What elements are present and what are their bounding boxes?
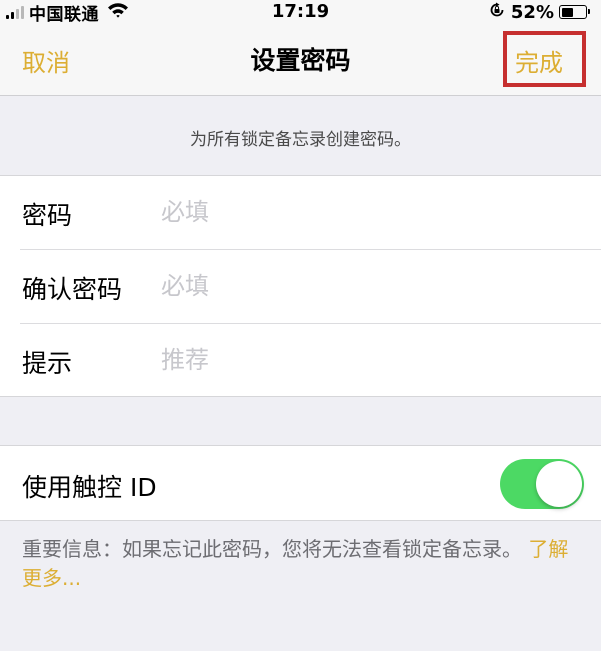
footer-note: 重要信息：如果忘记此密码，您将无法查看锁定备忘录。 了解更多...	[22, 535, 582, 593]
touch-id-toggle[interactable]	[500, 459, 584, 509]
status-right: 52%	[489, 1, 590, 23]
confirm-password-label: 确认密码	[22, 275, 123, 304]
status-bar: 中国联通 17:19 52%	[0, 0, 601, 25]
hint-label: 提示	[22, 349, 73, 378]
confirm-password-input[interactable]	[161, 266, 561, 306]
touch-id-row: 使用触控 ID	[0, 445, 601, 521]
battery-icon	[559, 5, 590, 19]
password-row: 密码	[0, 176, 601, 250]
section-gap	[0, 397, 601, 445]
section-header-text: 为所有锁定备忘录创建密码。	[190, 130, 411, 150]
hint-row: 提示	[0, 324, 601, 398]
password-label: 密码	[22, 201, 73, 230]
done-button[interactable]: 完成	[515, 43, 563, 78]
important-info-text: 重要信息：如果忘记此密码，您将无法查看锁定备忘录。	[22, 537, 522, 561]
done-button-highlight: 完成	[503, 31, 586, 87]
section-header: 为所有锁定备忘录创建密码。	[0, 97, 601, 175]
rotation-lock-icon	[489, 2, 505, 22]
password-input[interactable]	[161, 192, 561, 232]
password-form: 密码 确认密码 提示	[0, 175, 601, 397]
confirm-password-row: 确认密码	[0, 250, 601, 324]
battery-percentage: 52%	[510, 1, 554, 23]
navigation-bar: 取消 设置密码 完成	[0, 24, 601, 96]
toggle-knob	[536, 461, 582, 507]
hint-input[interactable]	[161, 340, 561, 380]
touch-id-label: 使用触控 ID	[22, 473, 157, 502]
